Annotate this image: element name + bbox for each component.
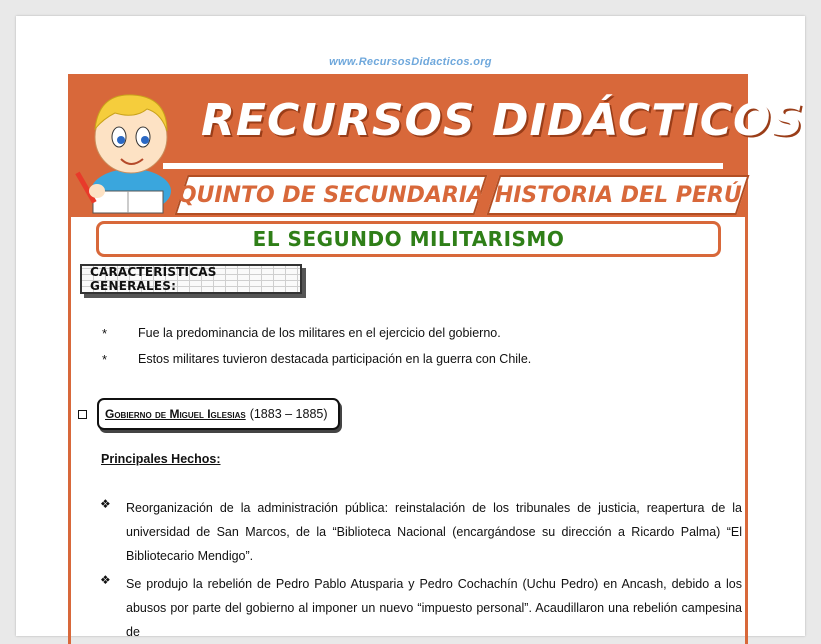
list-item-text: Fue la predominancia de los militares en… [138, 326, 501, 340]
subject-label: HISTORIA DEL PERÚ [486, 175, 750, 215]
star-bullet-icon: * [102, 326, 108, 341]
government-name: Gobierno de Miguel Iglesias [105, 407, 246, 421]
government-heading: Gobierno de Miguel Iglesias (1883 – 1885… [78, 398, 340, 430]
subheading: Principales Hechos: [101, 452, 221, 466]
diamond-bullet-icon: ❖ [100, 573, 111, 587]
section-tag: CARACTERÍSTICAS GENERALES: [80, 264, 302, 294]
banner-title: RECURSOS DIDÁCTICOS [201, 95, 805, 146]
grade-text: QUINTO DE SECUNDARIA [177, 182, 485, 208]
document-page: www.RecursosDidacticos.org RECURSOS DIDÁ… [16, 16, 805, 644]
government-box: Gobierno de Miguel Iglesias (1883 – 1885… [97, 398, 340, 430]
list-item-text: Estos militares tuvieron destacada parti… [138, 352, 532, 366]
list-item: ❖ Reorganización de la administración pú… [100, 496, 742, 568]
site-url[interactable]: www.RecursosDidacticos.org [16, 56, 805, 68]
star-bullet-icon: * [102, 352, 108, 367]
student-mascot-icon [75, 94, 171, 214]
government-years: (1883 – 1885) [249, 407, 328, 421]
list-item: * Estos militares tuvieron destacada par… [102, 352, 531, 367]
list-item-text: Reorganización de la administración públ… [126, 501, 742, 563]
list-item: ❖ Se produjo la rebelión de Pedro Pablo … [100, 572, 742, 644]
grade-label: QUINTO DE SECUNDARIA [174, 175, 488, 215]
header-banner: RECURSOS DIDÁCTICOS QUINTO DE SECUNDARIA… [71, 77, 805, 217]
list-item-text: Se produjo la rebelión de Pedro Pablo At… [126, 577, 742, 639]
list-item: * Fue la predominancia de los militares … [102, 326, 501, 341]
subject-text: HISTORIA DEL PERÚ [494, 182, 742, 208]
banner-stripe [163, 163, 723, 169]
main-title: EL SEGUNDO MILITARISMO [96, 221, 721, 257]
square-bullet-icon [78, 409, 87, 419]
diamond-bullet-icon: ❖ [100, 497, 111, 511]
